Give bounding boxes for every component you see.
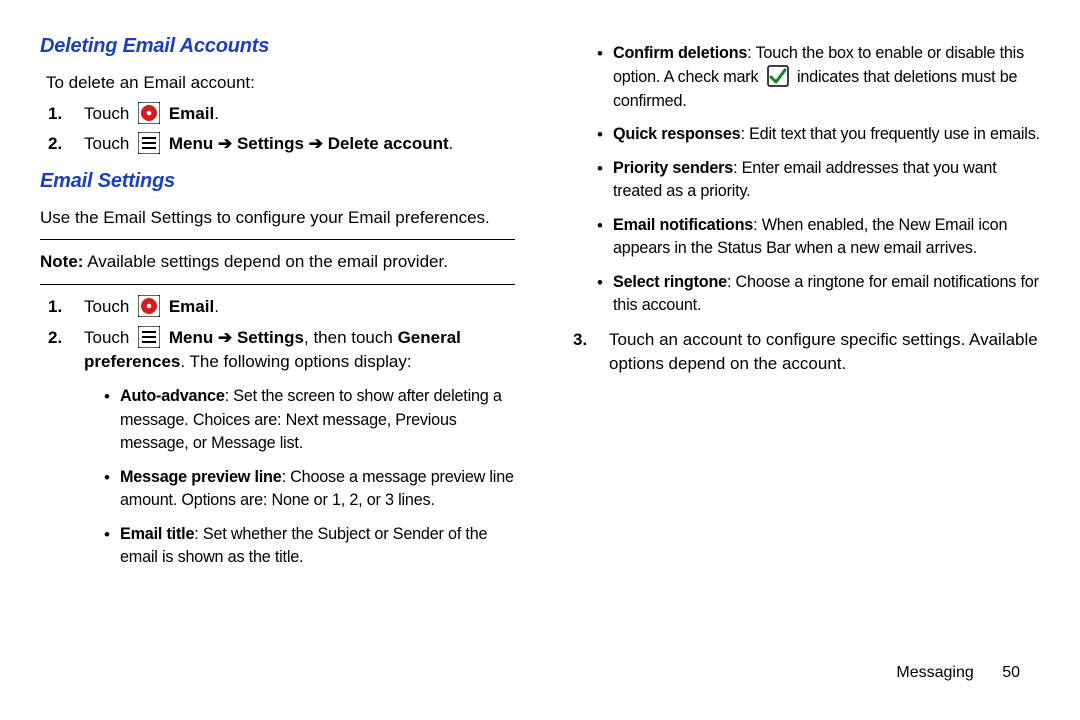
menu-label: Menu: [169, 328, 213, 347]
bullet-title: Message preview line: [120, 468, 282, 486]
divider: [40, 239, 515, 240]
delete-account-label: Delete account: [328, 134, 449, 153]
settings-label: Settings: [237, 134, 304, 153]
step-text: Touch: [84, 134, 129, 153]
bullet-title: Email notifications: [613, 216, 753, 234]
list-item: Priority senders: Enter email addresses …: [613, 157, 1040, 204]
email-label: Email: [169, 297, 214, 316]
period: .: [449, 134, 454, 153]
general-preferences-bullets: Auto-advance: Set the screen to show aft…: [84, 385, 515, 569]
email-label: Email: [169, 104, 214, 123]
heading-deleting-email-accounts: Deleting Email Accounts: [40, 32, 515, 61]
step-text: Touch an account to configure specific s…: [609, 330, 1038, 374]
right-bullets: Confirm deletions: Touch the box to enab…: [565, 42, 1040, 318]
step-text: Touch: [84, 104, 129, 123]
email-app-icon: [138, 102, 160, 124]
arrow: ➔: [213, 134, 237, 153]
bullet-title: Email title: [120, 525, 194, 543]
bullet-title: Quick responses: [613, 125, 740, 143]
bullet-title: Select ringtone: [613, 273, 727, 291]
step-text: Touch: [84, 297, 129, 316]
bullet-title: Confirm deletions: [613, 44, 747, 62]
left-column: Deleting Email Accounts To delete an Ema…: [40, 32, 515, 640]
following-options: . The following options display:: [180, 352, 411, 371]
footer-section-label: Messaging: [896, 664, 973, 681]
list-item: Quick responses: Edit text that you freq…: [613, 123, 1040, 146]
menu-icon: [138, 132, 160, 154]
email-settings-steps: Touch Email. Touch Menu ➔ Settings, then…: [40, 295, 515, 569]
intro-settings: Use the Email Settings to configure your…: [40, 206, 515, 231]
page-footer: Messaging 50: [0, 660, 1080, 682]
list-item: Message preview line: Choose a message p…: [120, 466, 515, 513]
step-item: Touch Menu ➔ Settings, then touch Genera…: [70, 326, 515, 570]
period: .: [214, 297, 219, 316]
email-app-icon: [138, 295, 160, 317]
list-item: Email title: Set whether the Subject or …: [120, 523, 515, 570]
step-item: Touch Menu ➔ Settings ➔ Delete account.: [70, 132, 515, 157]
settings-label: Settings: [237, 328, 304, 347]
note-text: Available settings depend on the email p…: [83, 252, 448, 271]
bullet-text: : Edit text that you frequently use in e…: [740, 125, 1039, 143]
list-item: Select ringtone: Choose a ringtone for e…: [613, 271, 1040, 318]
right-column: Confirm deletions: Touch the box to enab…: [565, 32, 1040, 640]
step-item: Touch Email.: [70, 102, 515, 127]
list-item: Confirm deletions: Touch the box to enab…: [613, 42, 1040, 113]
divider: [40, 284, 515, 285]
footer-page-number: 50: [1002, 664, 1020, 681]
step3-list: Touch an account to configure specific s…: [565, 328, 1040, 377]
step-item: Touch Email.: [70, 295, 515, 320]
list-item: Auto-advance: Set the screen to show aft…: [120, 385, 515, 455]
step-text: Touch: [84, 328, 129, 347]
arrow: ➔: [304, 134, 328, 153]
bullet-title: Priority senders: [613, 159, 733, 177]
menu-icon: [138, 326, 160, 348]
note-bold: Note:: [40, 252, 83, 271]
period: .: [214, 104, 219, 123]
menu-label: Menu: [169, 134, 213, 153]
note: Note: Available settings depend on the e…: [40, 250, 515, 275]
list-item: Email notifications: When enabled, the N…: [613, 214, 1040, 261]
step-item: Touch an account to configure specific s…: [595, 328, 1040, 377]
intro-deleting: To delete an Email account:: [46, 71, 515, 96]
comma-then-touch: , then touch: [304, 328, 398, 347]
bullet-title: Auto-advance: [120, 387, 225, 405]
arrow: ➔: [213, 328, 237, 347]
heading-email-settings: Email Settings: [40, 167, 515, 196]
deleting-steps: Touch Email. Touch Menu ➔ Settings ➔ Del…: [40, 102, 515, 157]
checkmark-icon: [767, 65, 789, 87]
manual-page: Deleting Email Accounts To delete an Ema…: [0, 0, 1080, 660]
